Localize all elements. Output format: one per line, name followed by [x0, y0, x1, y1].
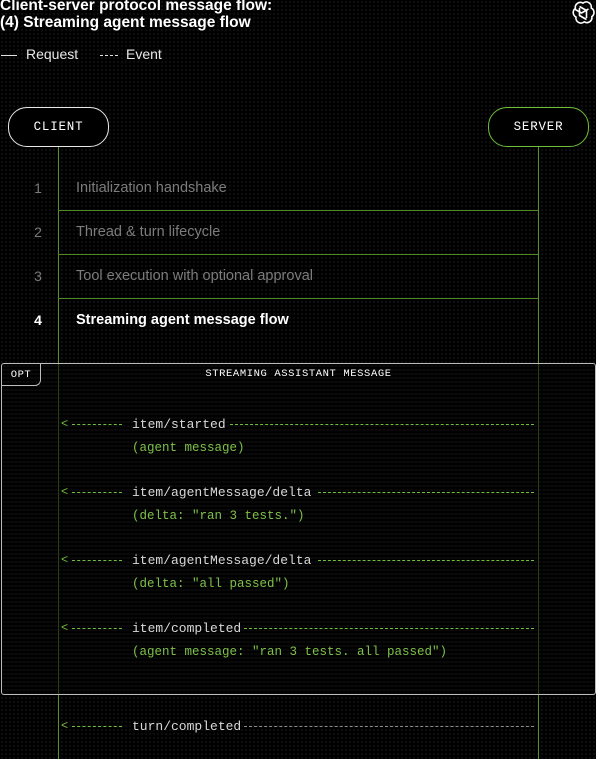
message-payload: (delta: "ran 3 tests.")	[132, 509, 305, 523]
step-3[interactable]: 3 Tool execution with optional approval	[0, 255, 538, 299]
dashed-line	[318, 492, 534, 493]
arrow-left-icon: <	[61, 485, 69, 499]
dashed-line	[72, 424, 122, 425]
message-label: item/started	[132, 417, 226, 432]
legend-event-label: Event	[126, 46, 162, 62]
legend-event-line	[100, 55, 118, 56]
arrow-left-icon: <	[61, 417, 69, 431]
step-4-active[interactable]: 4 Streaming agent message flow	[0, 299, 538, 343]
step-2[interactable]: 2 Thread & turn lifecycle	[0, 211, 538, 255]
message-label: item/completed	[132, 621, 242, 636]
step-number: 1	[34, 180, 42, 196]
dashed-line	[72, 628, 122, 629]
dashed-line	[72, 726, 122, 727]
title-line-2: (4) Streaming agent message flow	[0, 14, 251, 31]
step-label: Tool execution with optional approval	[76, 268, 313, 284]
message-payload: (agent message)	[132, 441, 245, 455]
arrow-left-icon: <	[61, 719, 69, 733]
dashed-line	[244, 628, 534, 629]
message-payload: (delta: "all passed")	[132, 577, 290, 591]
message-arrow: < item/agentMessage/delta	[58, 551, 538, 571]
legend-request-line	[1, 55, 17, 56]
title-line-1: Client-server protocol message flow:	[0, 0, 273, 14]
step-number: 4	[34, 312, 42, 328]
opt-title: STREAMING ASSISTANT MESSAGE	[205, 368, 392, 380]
message-label: turn/completed	[132, 719, 242, 734]
step-label: Initialization handshake	[76, 180, 227, 196]
step-label: Thread & turn lifecycle	[76, 224, 221, 240]
message-arrow: < turn/completed	[58, 717, 538, 737]
message-payload: (agent message: "ran 3 tests. all passed…	[132, 645, 448, 659]
message-arrow: < item/completed	[58, 619, 538, 639]
dashed-line	[230, 424, 534, 425]
dashed-line	[318, 560, 534, 561]
dashed-line	[72, 492, 122, 493]
message-arrow: < item/started	[58, 415, 538, 435]
step-number: 3	[34, 268, 42, 284]
dashed-line	[244, 726, 534, 727]
openai-logo-icon	[572, 1, 595, 24]
client-actor: CLIENT	[8, 107, 109, 147]
arrow-left-icon: <	[61, 553, 69, 567]
legend-request-label: Request	[26, 46, 79, 62]
arrow-left-icon: <	[61, 621, 69, 635]
message-label: item/agentMessage/delta	[132, 485, 312, 500]
step-1[interactable]: 1 Initialization handshake	[0, 167, 538, 211]
dashed-line	[72, 560, 122, 561]
step-label: Streaming agent message flow	[76, 312, 289, 328]
message-label: item/agentMessage/delta	[132, 553, 312, 568]
message-arrow: < item/agentMessage/delta	[58, 483, 538, 503]
step-number: 2	[34, 224, 42, 240]
diagram-title: Client-server protocol message flow: (4)…	[0, 0, 272, 31]
server-actor: SERVER	[488, 107, 589, 147]
